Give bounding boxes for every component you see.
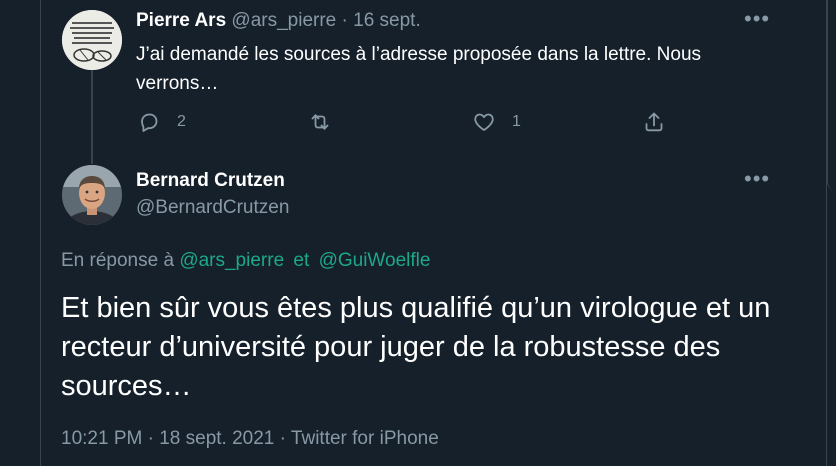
tweet1-like-button[interactable]: 1 [472,110,521,134]
tweet2-more-icon[interactable]: ••• [744,168,770,190]
tweet1-author-name[interactable]: Pierre Ars [136,10,226,31]
meme-avatar-image [62,10,122,70]
mention-joiner[interactable]: et [293,250,309,271]
tweet1-author-handle[interactable]: @ars_pierre [231,10,336,31]
profile-photo [62,165,122,225]
meta-separator-2: · [279,428,286,449]
reply-icon [141,113,158,132]
tweet1-reply-button[interactable]: 2 [137,110,186,134]
tweet2-text: Et bien sûr vous êtes plus qualifié qu’u… [61,292,771,402]
tweet2-time[interactable]: 10:21 PM [61,428,142,449]
mention-guiwoelfle[interactable]: @GuiWoelfle [319,250,431,271]
share-icon [645,112,663,132]
mention-ars-pierre[interactable]: @ars_pierre [179,250,284,271]
meta-separator-1: · [147,428,154,449]
avatar-bernard-crutzen[interactable] [62,165,122,225]
tweet2-author-name[interactable]: Bernard Crutzen [136,170,285,191]
tweet1-reply-count: 2 [177,113,186,130]
tweet1-header: Pierre Ars @ars_pierre · 16 sept. [136,10,421,32]
tweet1-separator: · [341,10,348,31]
tweet2-metadata: 10:21 PM · 18 sept. 2021 · Twitter for i… [61,428,439,450]
reply-prefix: En réponse à [61,250,175,271]
thread-connector-line [91,70,93,164]
tweet1-share-button[interactable] [642,110,682,134]
tweet1-text: J’ai demandé les sources à l’adresse pro… [136,44,702,94]
retweet-icon [311,114,329,130]
tweet1-more-icon[interactable]: ••• [744,8,770,30]
avatar-pierre-ars[interactable] [62,10,122,70]
tweet1-like-count: 1 [512,113,521,130]
tweet2-date[interactable]: 18 sept. 2021 [159,428,274,449]
reply-context: En réponse à @ars_pierre et @GuiWoelfle [61,250,430,272]
tweet2-source[interactable]: Twitter for iPhone [291,428,439,449]
tweet2-author-name-line: Bernard Crutzen [136,170,285,192]
tweet2-author-handle[interactable]: @BernardCrutzen [136,197,289,219]
tweet1-retweet-button[interactable] [308,110,348,134]
heart-icon [474,113,494,131]
scrollbar-track[interactable] [827,0,836,190]
tweet1-date[interactable]: 16 sept. [353,10,421,31]
